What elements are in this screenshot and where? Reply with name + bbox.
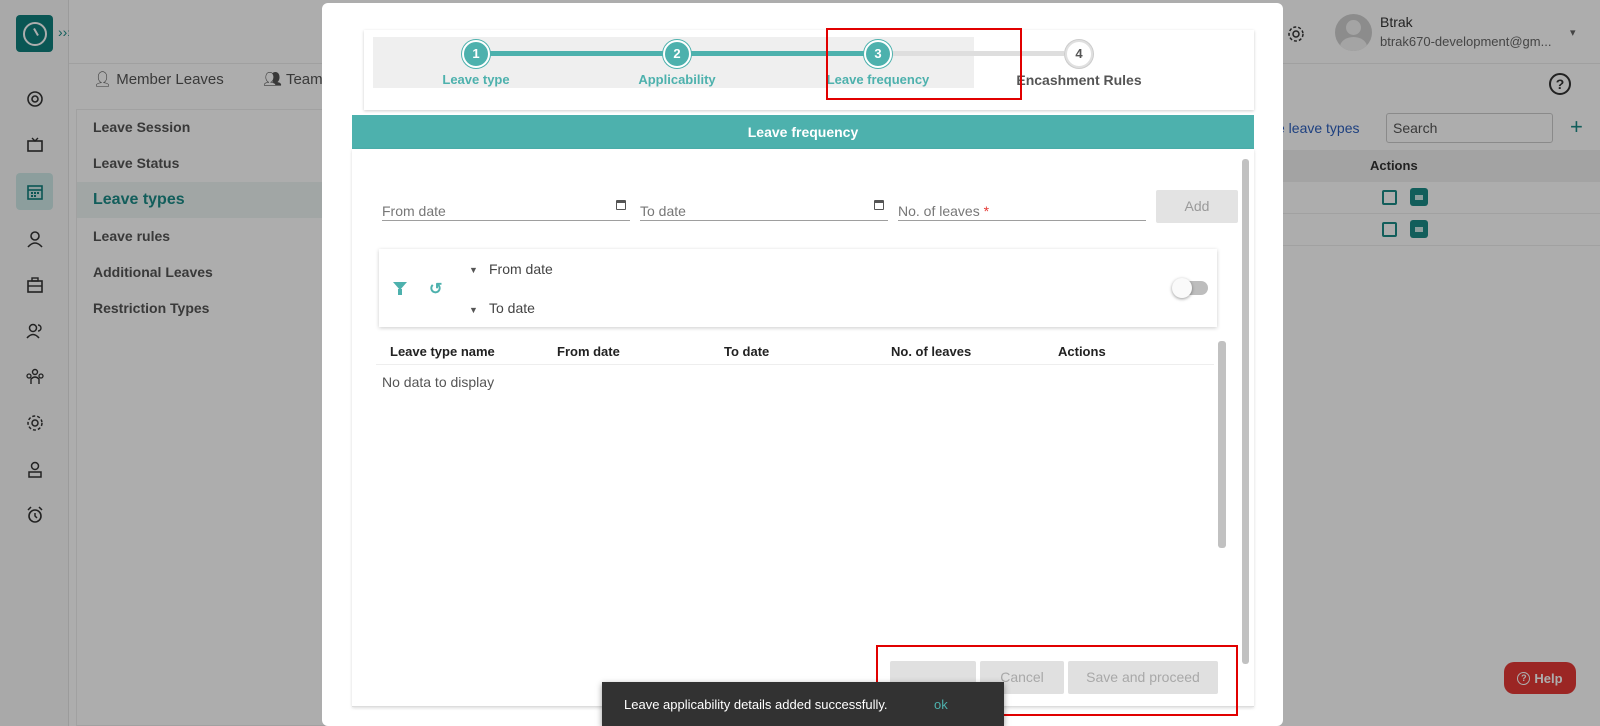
step-2-label[interactable]: Applicability — [597, 72, 757, 87]
grid-header: Leave type name From date To date No. of… — [376, 335, 1214, 365]
column-header[interactable]: To date — [724, 344, 769, 359]
column-header[interactable]: Actions — [1058, 344, 1106, 359]
to-date-field[interactable]: To date — [640, 193, 888, 221]
filter-toggle[interactable] — [1172, 278, 1208, 298]
highlight-box — [826, 28, 1022, 100]
add-button[interactable]: Add — [1156, 190, 1238, 223]
empty-grid-message: No data to display — [382, 374, 495, 390]
caret-down-icon[interactable]: ▼ — [469, 265, 478, 275]
calendar-picker-icon[interactable] — [616, 200, 626, 210]
column-header[interactable]: No. of leaves — [891, 344, 971, 359]
step-1-label[interactable]: Leave type — [396, 72, 556, 87]
leave-type-wizard-dialog: 1 Leave type 2 Applicability 3 Leave fre… — [322, 3, 1283, 726]
required-mark: * — [983, 203, 990, 219]
grid-filter-bar: ↺ ▼ From date ▼ To date — [379, 249, 1217, 327]
leave-frequency-panel: From date To date No. of leaves * Add ↺ … — [352, 149, 1254, 707]
step-1-circle[interactable]: 1 — [462, 40, 490, 68]
from-date-field[interactable]: From date — [382, 193, 630, 221]
column-header[interactable]: Leave type name — [390, 344, 495, 359]
grid-scrollbar[interactable] — [1218, 341, 1226, 548]
filter-icon[interactable] — [393, 282, 407, 295]
sort-to-date[interactable]: To date — [489, 300, 535, 316]
step-4-label[interactable]: Encashment Rules — [999, 72, 1159, 88]
step-2-circle[interactable]: 2 — [663, 40, 691, 68]
sort-from-date[interactable]: From date — [489, 261, 553, 277]
snackbar-ok-button[interactable]: ok — [934, 697, 948, 712]
column-header[interactable]: From date — [557, 344, 620, 359]
section-title: Leave frequency — [352, 115, 1254, 149]
snackbar: Leave applicability details added succes… — [602, 682, 1004, 726]
stepper: 1 Leave type 2 Applicability 3 Leave fre… — [364, 28, 1254, 110]
scrollbar[interactable] — [1242, 159, 1249, 664]
step-4-circle[interactable]: 4 — [1065, 40, 1093, 68]
reset-icon[interactable]: ↺ — [429, 279, 442, 299]
caret-down-icon[interactable]: ▼ — [469, 305, 478, 315]
to-date-label: To date — [640, 203, 686, 219]
from-date-label: From date — [382, 203, 446, 219]
no-of-leaves-text: No. of leaves — [898, 203, 980, 219]
step-connector — [476, 51, 670, 56]
snackbar-message: Leave applicability details added succes… — [624, 697, 888, 712]
no-of-leaves-field[interactable]: No. of leaves * — [898, 193, 1146, 221]
calendar-picker-icon[interactable] — [874, 200, 884, 210]
no-of-leaves-label: No. of leaves * — [898, 203, 989, 219]
